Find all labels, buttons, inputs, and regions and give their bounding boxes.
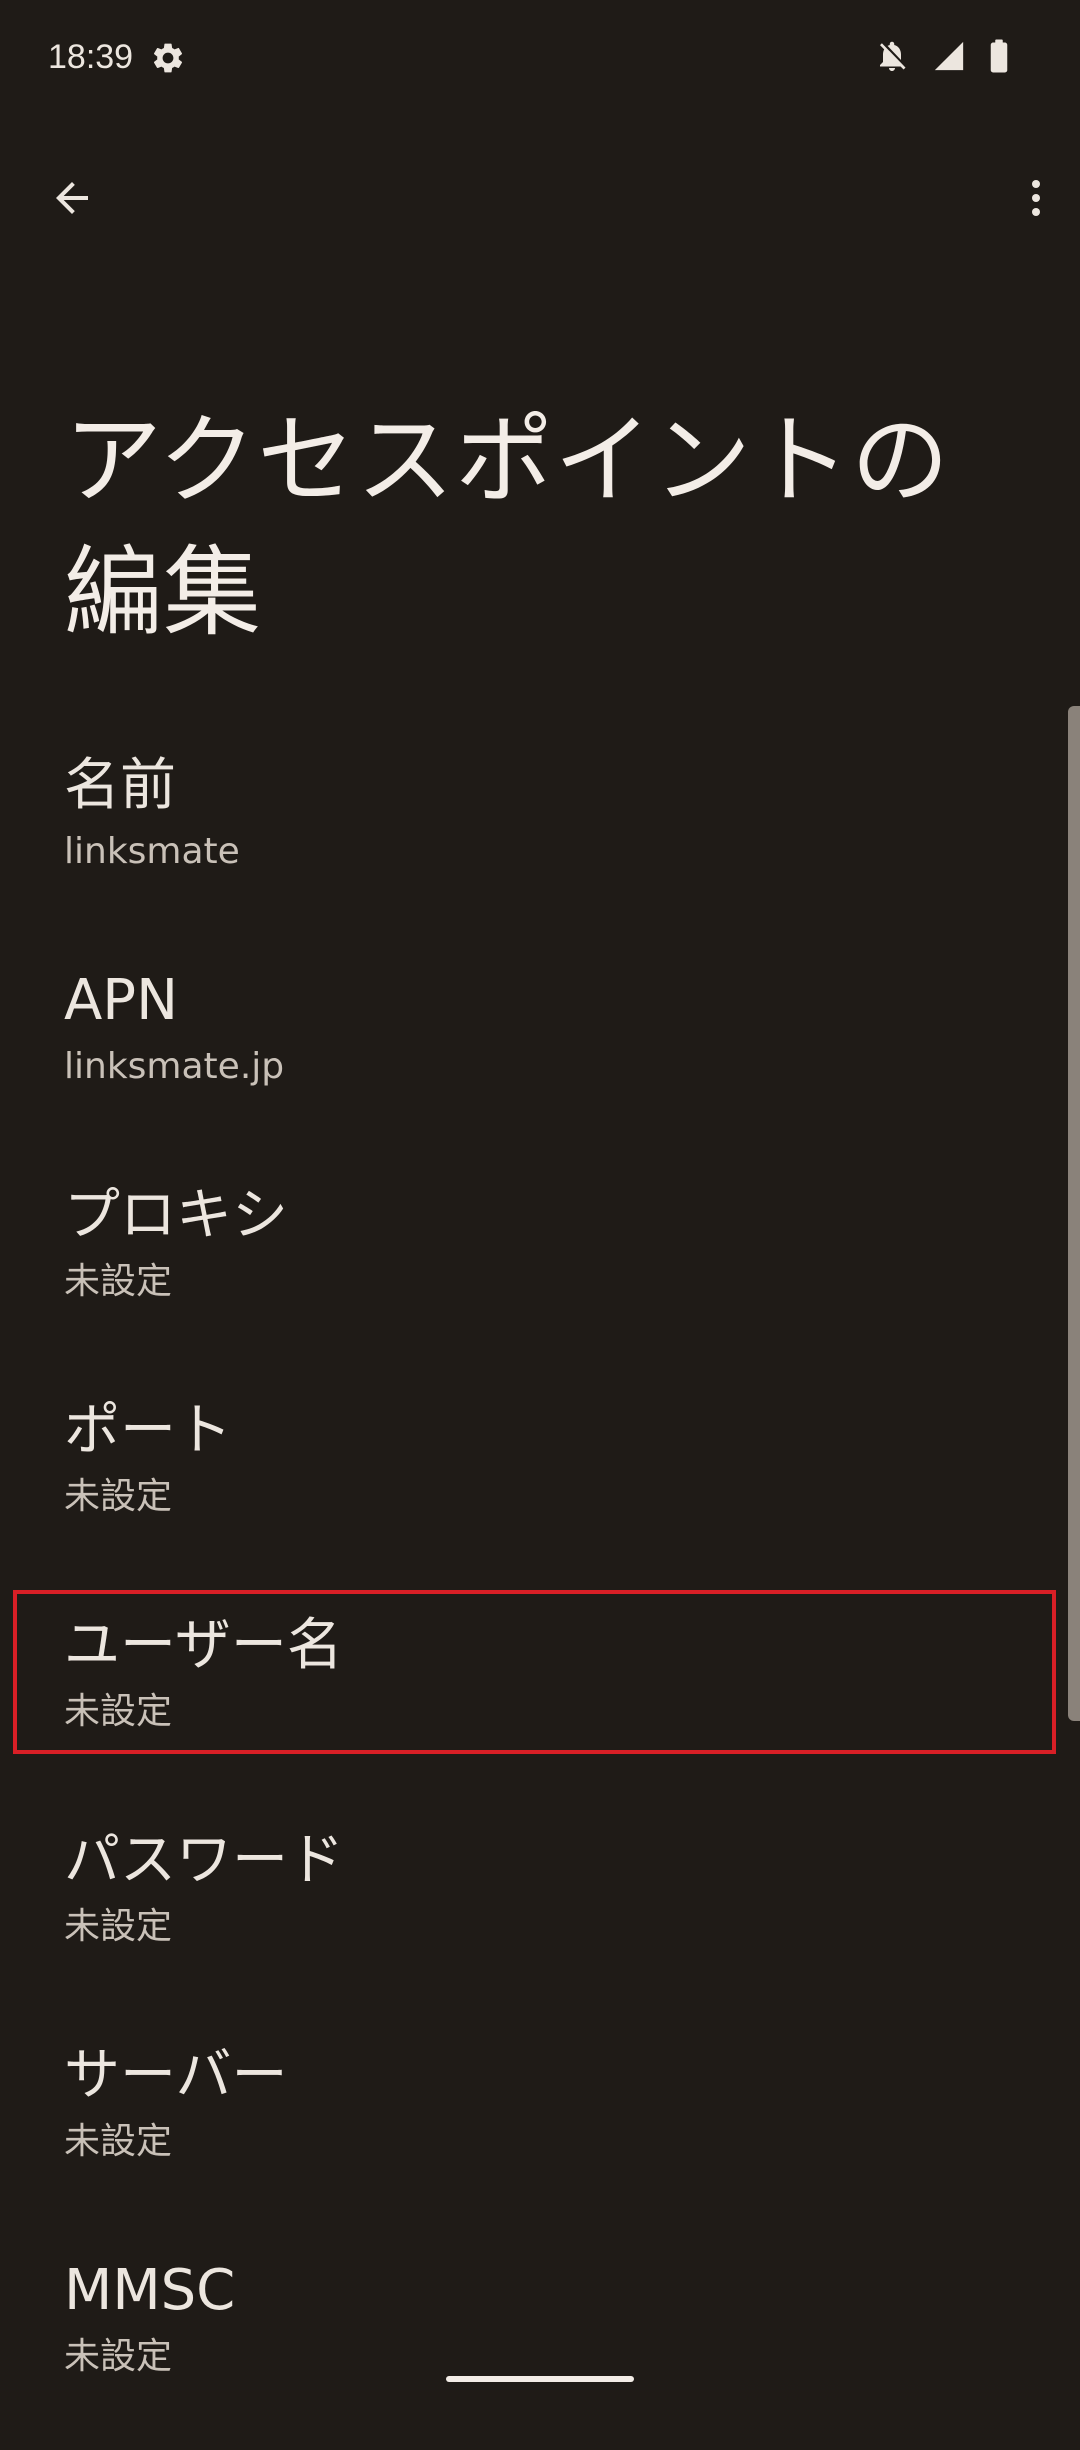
settings-list: 名前 linksmate APN linksmate.jp プロキシ 未設定 ポ… bbox=[0, 730, 1068, 2450]
more-vert-icon bbox=[1012, 174, 1060, 226]
pref-title: ポート bbox=[64, 1398, 232, 1463]
pref-summary: 未設定 bbox=[64, 1476, 173, 1517]
battery-icon bbox=[988, 38, 1010, 78]
notifications-off-icon bbox=[874, 38, 910, 78]
pref-item-mmsc[interactable]: MMSC 未設定 bbox=[0, 2235, 1068, 2450]
pref-summary: 未設定 bbox=[64, 2121, 173, 2162]
gesture-nav-handle[interactable] bbox=[446, 2376, 634, 2382]
arrow-back-icon bbox=[48, 174, 96, 226]
status-bar: 18:39 bbox=[0, 0, 1080, 118]
pref-summary: linksmate bbox=[64, 831, 240, 872]
pref-item-apn[interactable]: APN linksmate.jp bbox=[0, 945, 1068, 1160]
cell-signal-icon bbox=[932, 39, 966, 77]
pref-item-name[interactable]: 名前 linksmate bbox=[0, 730, 1068, 945]
page-title: アクセスポイントの編集 bbox=[64, 404, 951, 650]
status-time: 18:39 bbox=[48, 38, 134, 76]
pref-item-port[interactable]: ポート 未設定 bbox=[0, 1375, 1068, 1590]
pref-title: APN bbox=[64, 968, 178, 1033]
pref-item-proxy[interactable]: プロキシ 未設定 bbox=[0, 1160, 1068, 1375]
pref-summary: 未設定 bbox=[64, 1691, 173, 1732]
scrollbar[interactable] bbox=[1068, 706, 1080, 1721]
pref-item-server[interactable]: サーバー 未設定 bbox=[0, 2020, 1068, 2235]
pref-item-username[interactable]: ユーザー名 未設定 bbox=[0, 1590, 1068, 1805]
pref-item-password[interactable]: パスワード 未設定 bbox=[0, 1805, 1068, 2020]
more-options-button[interactable] bbox=[998, 162, 1074, 238]
gear-icon bbox=[150, 40, 186, 76]
back-button[interactable] bbox=[34, 162, 110, 238]
status-icons bbox=[874, 38, 1010, 78]
top-app-bar bbox=[0, 140, 1080, 250]
pref-summary: 未設定 bbox=[64, 1261, 173, 1302]
pref-title: サーバー bbox=[64, 2043, 288, 2108]
pref-title: MMSC bbox=[64, 2258, 236, 2323]
pref-summary: 未設定 bbox=[64, 1906, 173, 1947]
pref-summary: 未設定 bbox=[64, 2336, 173, 2377]
pref-title: ユーザー名 bbox=[64, 1613, 343, 1678]
pref-title: パスワード bbox=[64, 1828, 344, 1893]
pref-title: プロキシ bbox=[64, 1183, 288, 1248]
pref-summary: linksmate.jp bbox=[64, 1046, 285, 1087]
pref-title: 名前 bbox=[64, 753, 176, 818]
